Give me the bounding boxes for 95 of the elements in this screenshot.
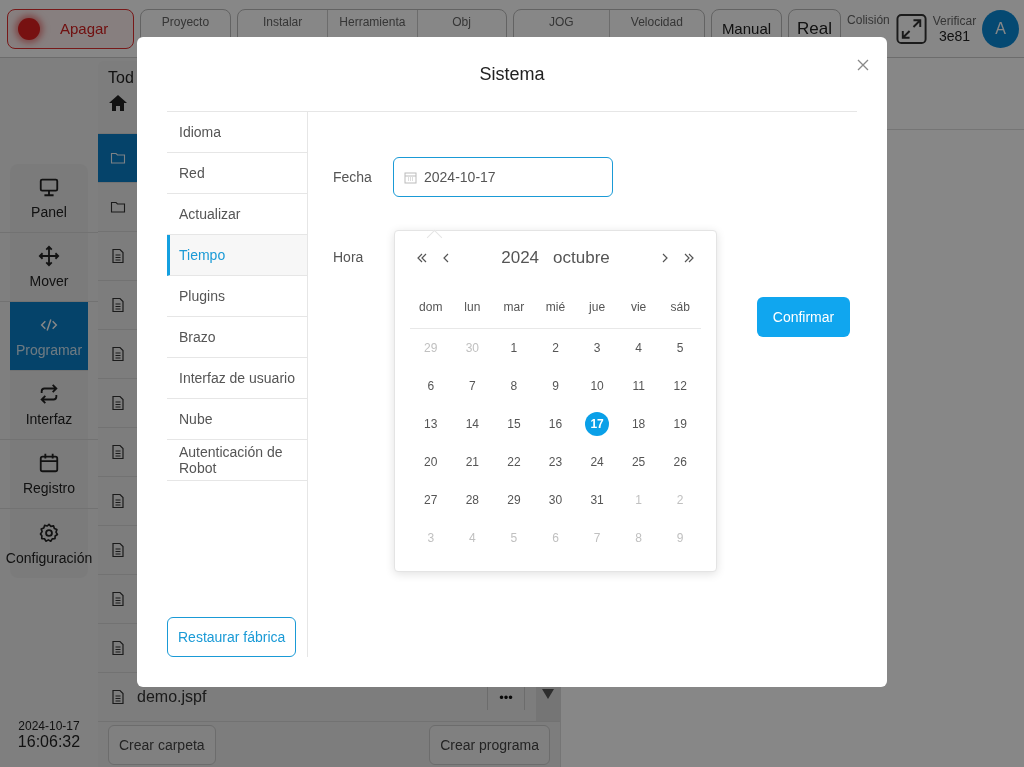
- nav-label: Programar: [15, 342, 83, 358]
- calendar-day[interactable]: 7: [460, 374, 485, 398]
- status-label: Proyecto: [161, 15, 210, 29]
- calendar-day[interactable]: 13: [418, 412, 443, 436]
- verify-label: Verificar: [932, 13, 977, 28]
- status-label: Herramienta: [339, 15, 406, 29]
- calendar-day[interactable]: 18: [626, 412, 651, 436]
- nav-label: Configuración: [5, 549, 93, 566]
- calendar-day[interactable]: 27: [418, 488, 443, 512]
- calendar-day[interactable]: 2: [543, 336, 568, 360]
- settings-menu-item[interactable]: Nube: [167, 399, 307, 440]
- clock-time: 16:06:32: [17, 733, 81, 751]
- settings-menu-item[interactable]: Idioma: [167, 112, 307, 153]
- folder-icon: [109, 150, 126, 166]
- settings-icon: [38, 521, 60, 544]
- settings-menu-item[interactable]: Autenticación de Robot: [167, 440, 307, 481]
- close-icon[interactable]: [857, 59, 869, 71]
- status-label: Instalar: [262, 15, 303, 29]
- date-field[interactable]: 2024-10-17: [393, 157, 613, 197]
- calendar-day[interactable]: 9: [543, 374, 568, 398]
- calendar-day[interactable]: 31: [585, 488, 610, 512]
- calendar-day[interactable]: 21: [460, 450, 485, 474]
- collision-label: Colisión: [847, 13, 890, 27]
- action-button[interactable]: Crear carpeta: [108, 724, 216, 765]
- dialog-title: Sistema: [479, 63, 545, 85]
- scroll-down-icon[interactable]: [542, 689, 554, 699]
- settings-menu-item[interactable]: Plugins: [167, 276, 307, 317]
- status-label: Obj: [452, 15, 471, 29]
- calendar-day[interactable]: 10: [585, 374, 610, 398]
- year-label[interactable]: 2024: [501, 248, 540, 268]
- breadcrumb-label: Tod: [108, 69, 134, 87]
- settings-menu-item[interactable]: Interfaz de usuario: [167, 358, 307, 399]
- calendar-day[interactable]: 15: [501, 412, 526, 436]
- calendar-day[interactable]: 11: [626, 374, 651, 398]
- calendar-day[interactable]: 14: [460, 412, 485, 436]
- monitor-icon: [38, 176, 60, 198]
- calendar-day[interactable]: 22: [501, 450, 526, 474]
- calendar-day[interactable]: 28: [460, 488, 485, 512]
- file-name: demo.jspf: [137, 688, 208, 706]
- calendar-day[interactable]: 12: [668, 374, 693, 398]
- weekday-label: dom: [418, 299, 444, 314]
- document-icon: [109, 493, 126, 509]
- calendar-icon: [38, 452, 60, 474]
- document-icon: [109, 444, 126, 460]
- calendar-day[interactable]: 6: [418, 374, 443, 398]
- clock-date: 2024-10-17: [18, 719, 80, 733]
- folder-icon: [109, 199, 126, 215]
- calendar-day[interactable]: 26: [668, 450, 693, 474]
- settings-menu-item[interactable]: Brazo: [167, 317, 307, 358]
- weekday-label: lun: [463, 299, 482, 314]
- verify-value: 3e81: [938, 27, 971, 44]
- status-label: JOG: [548, 15, 574, 29]
- calendar-day[interactable]: 30: [543, 488, 568, 512]
- month-label[interactable]: octubre: [553, 248, 610, 268]
- calendar-day[interactable]: 1: [501, 336, 526, 360]
- nav-label: Registro: [22, 480, 76, 496]
- document-icon: [109, 591, 126, 607]
- swap-arrows-icon: [38, 383, 60, 405]
- calendar-day[interactable]: 24: [585, 450, 610, 474]
- document-icon: [109, 346, 126, 362]
- calendar-day[interactable]: 23: [543, 450, 568, 474]
- calendar-icon: [404, 170, 417, 184]
- weekday-label: mié: [544, 299, 567, 314]
- settings-menu-item[interactable]: Red: [167, 153, 307, 194]
- nav-label: Panel: [31, 204, 67, 220]
- calendar-day[interactable]: 4: [626, 336, 651, 360]
- document-icon: [109, 395, 126, 411]
- status-label: Velocidad: [630, 15, 683, 29]
- date-label: Fecha: [333, 169, 373, 185]
- document-icon: [109, 248, 126, 264]
- weekday-label: mar: [502, 299, 526, 314]
- document-icon: [109, 297, 126, 313]
- calendar-day[interactable]: 3: [585, 336, 610, 360]
- time-label: Hora: [333, 249, 365, 265]
- nav-label: Mover: [29, 273, 69, 289]
- weekday-label: jue: [587, 299, 607, 314]
- move-arrows-icon: [38, 245, 60, 267]
- nav-label: Interfaz: [25, 411, 73, 427]
- expand-icon[interactable]: [895, 12, 927, 45]
- calendar-day[interactable]: 19: [668, 412, 693, 436]
- weekday-label: vie: [629, 299, 648, 314]
- calendar-day[interactable]: 20: [418, 450, 443, 474]
- document-icon: [109, 542, 126, 558]
- calendar-day[interactable]: 8: [501, 374, 526, 398]
- home-icon[interactable]: [108, 93, 128, 113]
- calendar-day[interactable]: 5: [668, 336, 693, 360]
- calendar-day[interactable]: 29: [501, 488, 526, 512]
- calendar-day[interactable]: 16: [543, 412, 568, 436]
- action-button[interactable]: Crear programa: [429, 724, 550, 765]
- power-indicator: [18, 17, 40, 40]
- document-icon: [109, 640, 126, 656]
- calendar-day[interactable]: 25: [626, 450, 651, 474]
- weekday-label: sáb: [669, 299, 691, 314]
- document-icon: [109, 689, 126, 705]
- nav-item[interactable]: Configuración: [0, 509, 98, 578]
